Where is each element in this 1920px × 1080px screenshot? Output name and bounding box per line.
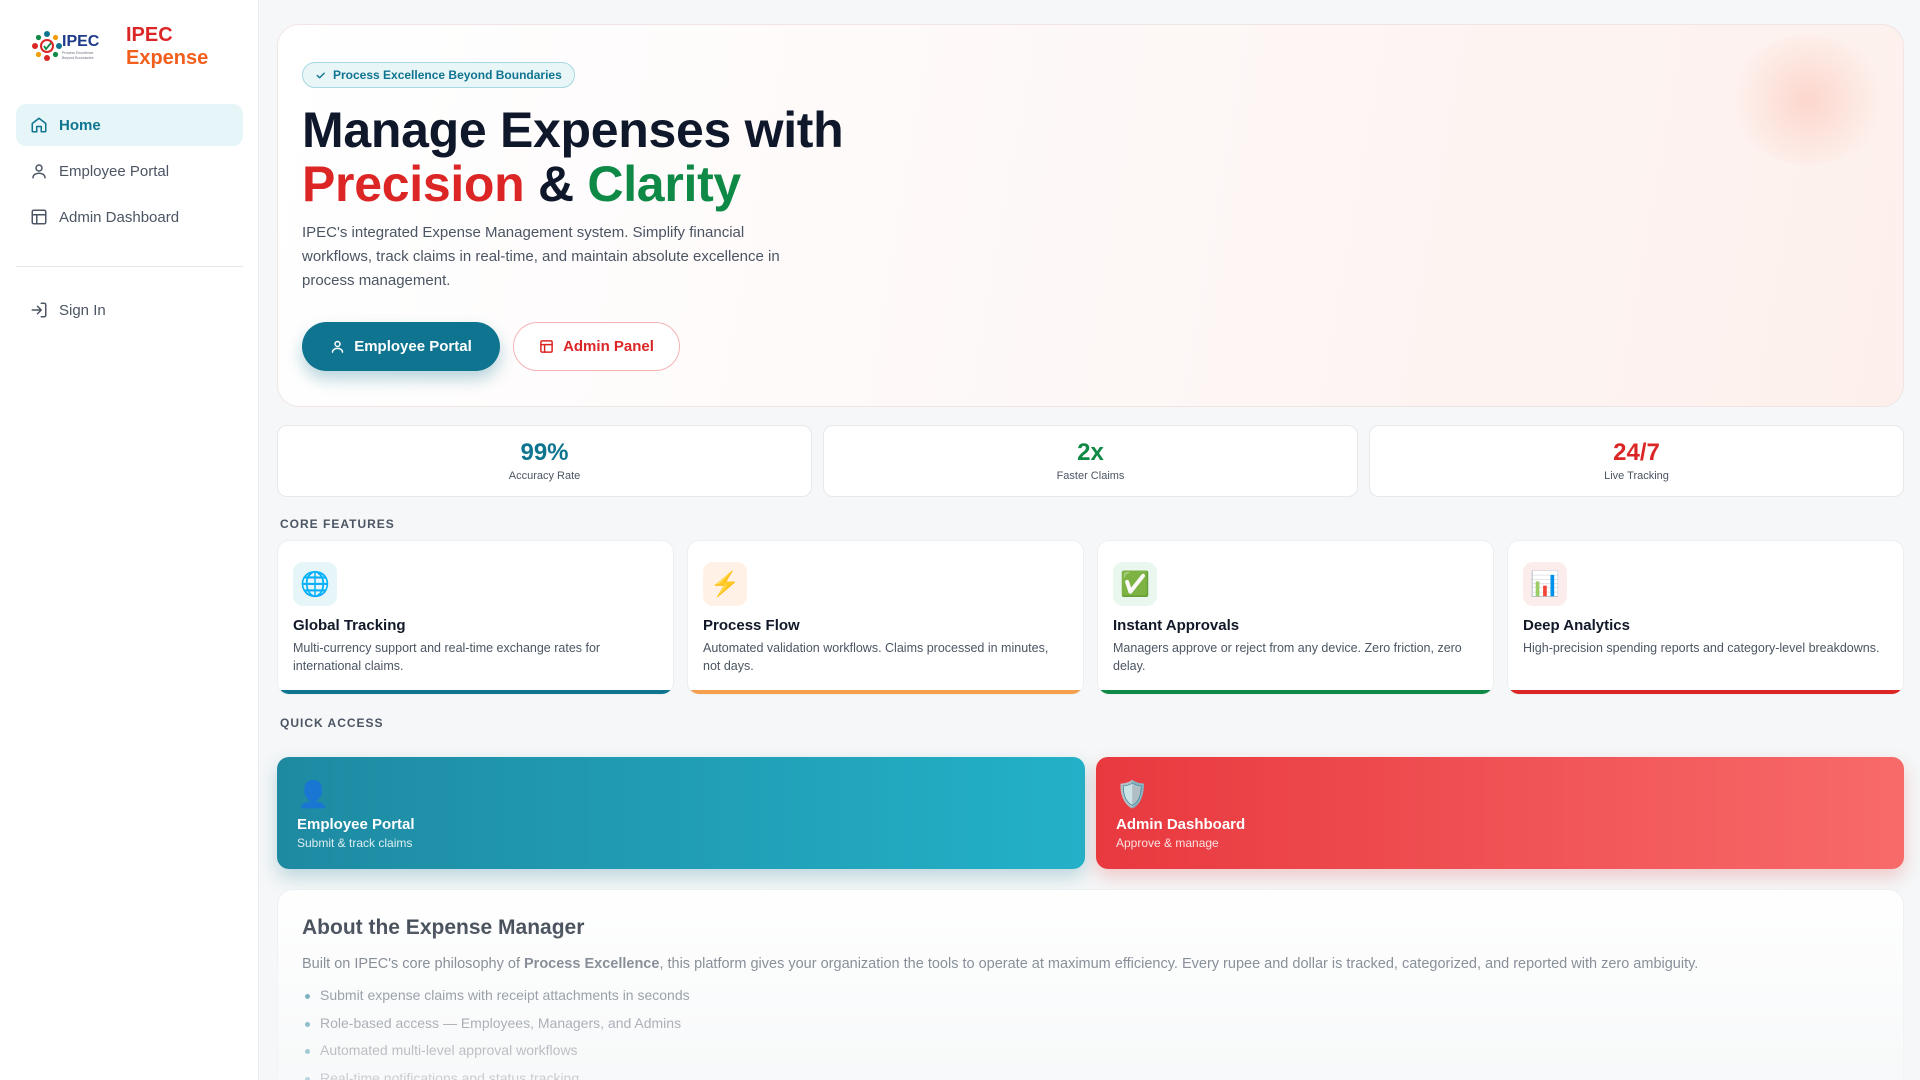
svg-text:Beyond Boundaries: Beyond Boundaries	[62, 56, 94, 60]
shield-icon: 🛡️	[1116, 779, 1149, 809]
about-text-end: , this platform gives your organization …	[659, 956, 1699, 972]
hero-title-precision: Precision	[302, 156, 525, 212]
employee-portal-button[interactable]: Employee Portal	[302, 322, 500, 371]
about-text-start: Built on IPEC's core philosophy of	[302, 956, 524, 972]
lightning-icon: ⚡	[703, 562, 747, 606]
feature-title: Global Tracking	[293, 617, 406, 634]
ipec-logo: IPEC Process Excellence Beyond Boundarie…	[30, 24, 108, 68]
hero-title-clarity: Clarity	[587, 156, 741, 212]
stat-label: Live Tracking	[1604, 470, 1669, 482]
hero-title: Manage Expenses with Precision & Clarity	[302, 102, 844, 212]
home-icon	[31, 117, 47, 133]
layout-icon	[31, 209, 47, 225]
hero-title-amp: &	[538, 156, 574, 212]
quick-access-title: Employee Portal	[297, 816, 415, 833]
quick-access-employee-portal[interactable]: 👤 Employee Portal Submit & track claims	[277, 757, 1085, 869]
list-item: Real-time notifications and status track…	[302, 1065, 1879, 1080]
stat-label: Accuracy Rate	[508, 470, 581, 482]
sidebar-item-admin-dashboard[interactable]: Admin Dashboard	[16, 196, 243, 238]
sign-in-icon	[31, 302, 47, 318]
feature-description: High-precision spending reports and cate…	[1523, 641, 1880, 655]
feature-accent-bar	[688, 690, 1083, 694]
brand[interactable]: IPEC Process Excellence Beyond Boundarie…	[30, 24, 208, 70]
check-icon: ✅	[1113, 562, 1157, 606]
feature-title: Instant Approvals	[1113, 617, 1240, 634]
stat-card-live-tracking: 24/7 Live Tracking	[1369, 425, 1904, 497]
quick-access-title: Admin Dashboard	[1116, 816, 1246, 833]
user-icon: 👤	[297, 779, 330, 809]
quick-access-admin-dashboard[interactable]: 🛡️ Admin Dashboard Approve & manage	[1096, 757, 1904, 869]
svg-text:Process Excellence: Process Excellence	[62, 51, 93, 55]
feature-accent-bar	[1098, 690, 1493, 694]
hero-description: IPEC's integrated Expense Management sys…	[302, 224, 780, 289]
sidebar-item-label: Home	[59, 116, 101, 134]
user-icon	[32, 164, 46, 179]
stat-value: 24/7	[1613, 439, 1660, 466]
stat-value: 99%	[520, 439, 569, 466]
about-section: About the Expense Manager Built on IPEC'…	[277, 889, 1904, 1080]
sidebar-item-label: Employee Portal	[59, 162, 170, 180]
sidebar-nav: Home Employee Portal Admin Dashboard Sig…	[16, 104, 243, 335]
feature-description: Multi-currency support and real-time exc…	[293, 641, 601, 673]
stat-label: Faster Claims	[1056, 470, 1125, 482]
brand-name: IPEC Expense	[126, 24, 208, 70]
brand-line-2: Expense	[126, 47, 209, 69]
core-features-heading: CORE FEATURES	[280, 517, 395, 531]
feature-card-global-tracking[interactable]: 🌐 Global Tracking Multi-currency support…	[277, 540, 674, 695]
sidebar: IPEC Process Excellence Beyond Boundarie…	[0, 0, 259, 1080]
globe-icon: 🌐	[293, 562, 337, 606]
feature-title: Process Flow	[703, 617, 800, 634]
user-icon	[331, 340, 344, 353]
hero-section: Process Excellence Beyond Boundaries Man…	[277, 24, 1904, 407]
feature-description: Managers approve or reject from any devi…	[1113, 641, 1462, 673]
about-list: Submit expense claims with receipt attac…	[302, 982, 1879, 1080]
quick-access-subtitle: Approve & manage	[1116, 836, 1219, 850]
list-item: Automated multi-level approval workflows	[302, 1037, 1879, 1065]
stat-card-faster-claims: 2x Faster Claims	[823, 425, 1358, 497]
list-item: Role-based access — Employees, Managers,…	[302, 1010, 1879, 1038]
hero-title-line-1: Manage Expenses with	[302, 102, 844, 158]
sidebar-item-home[interactable]: Home	[16, 104, 243, 146]
tagline-badge: Process Excellence Beyond Boundaries	[302, 62, 575, 88]
employee-portal-button-label: Employee Portal	[354, 338, 472, 355]
hero-decoration	[1733, 35, 1883, 165]
feature-description: Automated validation workflows. Claims p…	[703, 641, 1049, 673]
feature-title: Deep Analytics	[1523, 617, 1630, 634]
admin-panel-button[interactable]: Admin Panel	[513, 322, 680, 371]
quick-access-heading: QUICK ACCESS	[280, 716, 384, 730]
list-item: Submit expense claims with receipt attac…	[302, 982, 1879, 1010]
svg-text:IPEC: IPEC	[62, 33, 100, 50]
feature-accent-bar	[278, 690, 673, 694]
feature-accent-bar	[1508, 690, 1903, 694]
chart-icon: 📊	[1523, 562, 1567, 606]
check-icon	[316, 72, 325, 78]
quick-access-subtitle: Submit & track claims	[297, 836, 413, 850]
sidebar-item-label: Admin Dashboard	[59, 208, 180, 226]
stat-value: 2x	[1077, 439, 1104, 466]
sidebar-item-employee-portal[interactable]: Employee Portal	[16, 150, 243, 192]
about-text: Built on IPEC's core philosophy of Proce…	[302, 954, 1879, 974]
layout-icon	[540, 340, 553, 353]
tagline-text: Process Excellence Beyond Boundaries	[333, 68, 562, 82]
about-title: About the Expense Manager	[302, 916, 585, 939]
admin-panel-button-label: Admin Panel	[563, 338, 654, 355]
about-text-bold: Process Excellence	[524, 956, 660, 972]
sidebar-item-sign-in[interactable]: Sign In	[16, 289, 243, 331]
sidebar-divider	[16, 266, 243, 267]
sidebar-item-label: Sign In	[59, 301, 106, 319]
feature-card-deep-analytics[interactable]: 📊 Deep Analytics High-precision spending…	[1507, 540, 1904, 695]
stat-card-accuracy: 99% Accuracy Rate	[277, 425, 812, 497]
feature-card-instant-approvals[interactable]: ✅ Instant Approvals Managers approve or …	[1097, 540, 1494, 695]
feature-card-process-flow[interactable]: ⚡ Process Flow Automated validation work…	[687, 540, 1084, 695]
brand-line-1: IPEC	[126, 24, 173, 46]
